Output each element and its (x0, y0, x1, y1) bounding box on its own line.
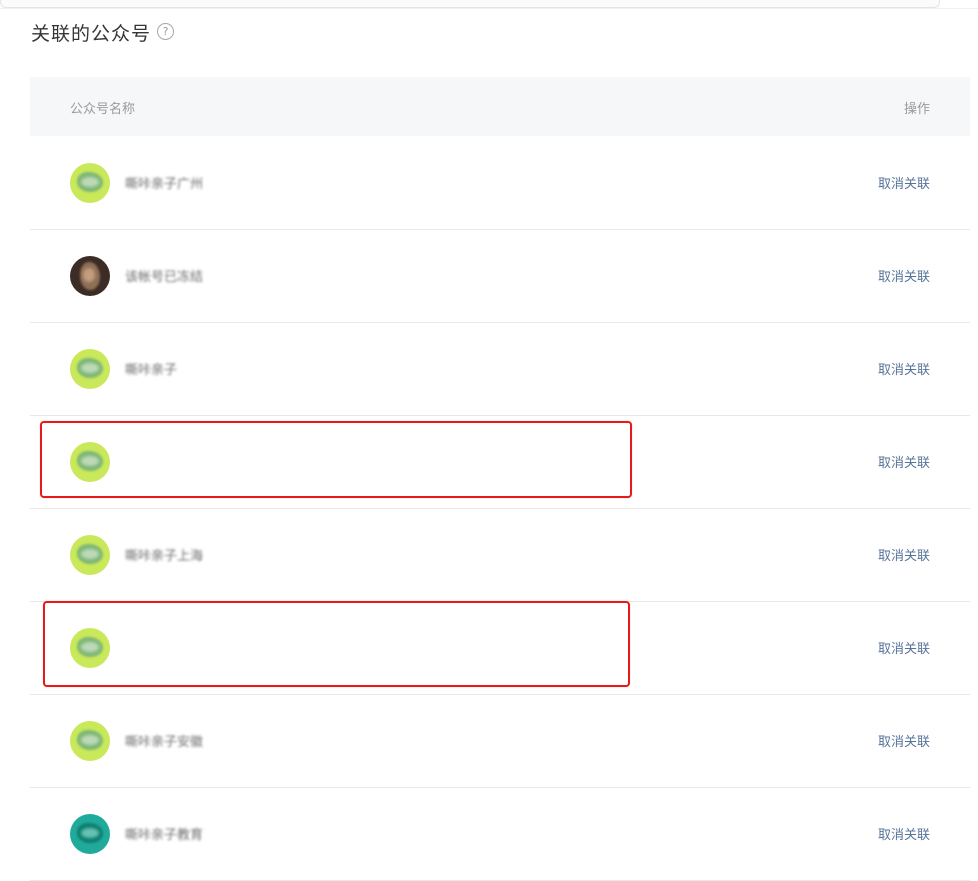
account-name: 嘶咔亲子上海 (125, 549, 204, 564)
section-title: 关联的公众号 (31, 23, 152, 45)
unlink-button[interactable]: 取消关联 (878, 359, 930, 378)
highlight-box (43, 601, 630, 687)
unlink-button[interactable]: 取消关联 (878, 266, 930, 285)
account-name: 嘶咔亲子广州 (125, 177, 204, 192)
column-header-action: 操作 (903, 102, 930, 117)
unlink-button[interactable]: 取消关联 (878, 452, 930, 471)
table-row: 该帐号已冻结 取消关联 (30, 230, 970, 323)
table-row: 嘶咔亲子广州 取消关联 (30, 137, 970, 230)
account-avatar (70, 814, 110, 854)
table-row: 嘶咔亲子教育 取消关联 (30, 788, 970, 881)
table-row: 嘶咔亲子 取消关联 (30, 323, 970, 416)
unlink-button[interactable]: 取消关联 (878, 173, 930, 192)
unlink-button[interactable]: 取消关联 (878, 638, 930, 657)
account-name: 嘶咔亲子安徽 (125, 735, 204, 750)
column-header-name: 公众号名称 (70, 102, 136, 117)
account-avatar (70, 721, 110, 761)
unlink-button[interactable]: 取消关联 (878, 545, 930, 564)
official-accounts-list: 嘶咔亲子广州 取消关联 该帐号已冻结 取消关联 嘶咔亲子 取消关联 取消关联 嘶… (30, 137, 970, 881)
account-avatar (70, 349, 110, 389)
account-avatar (70, 163, 110, 203)
unlink-button[interactable]: 取消关联 (878, 824, 930, 843)
account-avatar (70, 535, 110, 575)
table-header: 公众号名称 操作 (30, 77, 970, 136)
help-icon[interactable]: ? (157, 23, 174, 40)
table-row: 嘶咔亲子安徽 取消关联 (30, 695, 970, 788)
highlight-box (40, 421, 632, 498)
account-name: 该帐号已冻结 (125, 270, 204, 285)
unlink-button[interactable]: 取消关联 (878, 731, 930, 750)
account-name: 嘶咔亲子教育 (125, 828, 204, 843)
table-row: 嘶咔亲子上海 取消关联 (30, 509, 970, 602)
account-name: 嘶咔亲子 (125, 363, 178, 378)
top-divider (0, 8, 978, 9)
top-input-edge (0, 0, 940, 8)
account-avatar (70, 256, 110, 296)
